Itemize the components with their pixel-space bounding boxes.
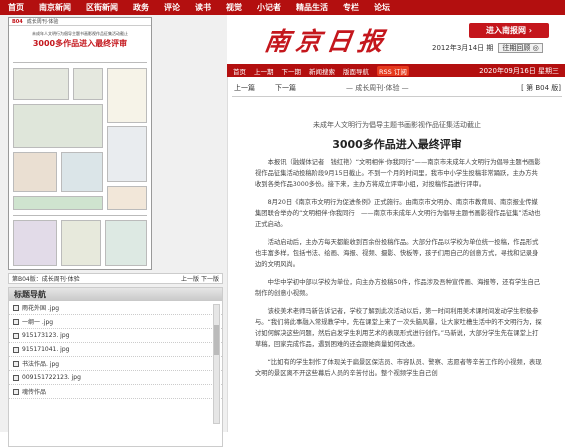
next-article-link[interactable]: 下一篇	[275, 83, 296, 93]
sub-nav-page-nav[interactable]: 版面导航	[343, 66, 369, 76]
thumb-divider	[13, 215, 147, 216]
rss-icon[interactable]: RSS 订阅	[377, 65, 409, 76]
current-date: 2020年09月16日 星期三	[479, 66, 559, 75]
paragraph: 8月20日《南京市文明行为促进条例》正式施行。由南京市文明办、南京市教育局、南京…	[255, 199, 541, 228]
divider	[232, 96, 562, 97]
list-item[interactable]: 雨花外国 .jpg	[9, 301, 222, 315]
list-item-label: 雨花外国 .jpg	[22, 305, 60, 312]
scrollbar-thumb[interactable]	[214, 325, 219, 355]
sub-nav-bar: 首页 上一期 下一期 新闻搜索 版面导航 RSS 订阅 2020年09月16日 …	[227, 64, 565, 77]
top-nav-item[interactable]: 政务	[133, 2, 149, 13]
page-nav: 上一版 下一版	[181, 274, 219, 283]
top-nav-item[interactable]: 区街新闻	[86, 2, 118, 13]
top-nav-item[interactable]: 视觉	[226, 2, 242, 13]
thumb-divider	[13, 62, 147, 63]
paragraph: 中华中学初中部以学校为单位，向主办方投稿50件，作品涉及吾种宣传画、海报等，还有…	[255, 279, 541, 297]
issue-date: 2012年3月14日 期	[432, 44, 494, 52]
thumb-image[interactable]	[13, 104, 103, 148]
title-navigation-header: 标题导航	[9, 288, 222, 301]
thumb-image[interactable]	[107, 68, 147, 123]
article-panel: 上一篇 下一篇 — 成长周刊·体验 — [ 第 B04 版] 未成年人文明行为倡…	[227, 77, 565, 432]
top-nav-item[interactable]: 专栏	[343, 2, 359, 13]
list-item[interactable]: 一纲一 .jpg	[9, 315, 222, 329]
thumb-header: B04 成长周刊·体验	[9, 18, 151, 26]
page-label-bar: 第B04版：成长周刊·体验 上一版 下一版	[8, 273, 223, 284]
thumb-image[interactable]	[13, 220, 57, 266]
paragraph: 活动启动后，主办方每天都能收到百余份投稿作品。大部分作品以学校为单位统一投稿，作…	[255, 239, 539, 268]
title-navigation: 标题导航 雨花外国 .jpg 一纲一 .jpg 915173123. jpg 9…	[8, 287, 223, 447]
list-item-label: 书法作品. jpg	[22, 361, 60, 368]
prev-page-link[interactable]: 上一版	[181, 276, 199, 283]
page-label: 第B04版：成长周刊·体验	[12, 276, 80, 283]
page-thumbnail[interactable]: B04 成长周刊·体验 未成年人文明行为倡导主题书画影视作品征集活动截止 300…	[8, 17, 152, 270]
issue-date-bar: 2012年3月14日 期 往期回顾 ◎	[432, 43, 543, 53]
list-item-label: 魂传作品	[22, 389, 47, 396]
left-panel: B04 成长周刊·体验 未成年人文明行为倡导主题书画影视作品征集活动截止 300…	[0, 15, 227, 447]
paragraph: 本报讯（融媒体记者 钱红艳）“文明相伴·你我同行”——南京市未成年人文明行为倡导…	[255, 159, 541, 188]
list-item[interactable]: 915171041. jpg	[9, 343, 222, 357]
top-nav-item[interactable]: 南京新闻	[39, 2, 71, 13]
image-file-icon	[13, 346, 19, 353]
image-file-icon	[13, 332, 19, 339]
sub-nav-home[interactable]: 首页	[233, 66, 246, 76]
article-nav: 上一篇 下一篇 — 成长周刊·体验 — [ 第 B04 版]	[228, 82, 565, 94]
list-item[interactable]: 009151722123. jpg	[9, 371, 222, 385]
list-item-label: 915171041. jpg	[22, 346, 70, 353]
thumb-image[interactable]	[13, 196, 103, 210]
list-item-label: 一纲一 .jpg	[22, 319, 54, 326]
top-nav: 首页 南京新闻 区街新闻 政务 评论 读书 视觉 小记者 精品生活 专栏 论坛	[0, 0, 565, 15]
newspaper-logo[interactable]: 南京日报	[262, 22, 391, 58]
top-nav-item[interactable]: 评论	[164, 2, 180, 13]
image-file-icon	[13, 360, 19, 367]
thumb-image[interactable]	[13, 68, 69, 100]
paragraph: “比如有的学生制作了体现关于扁景区保洁员、市容队员、警察、志愿者等辛苦工作的小视…	[255, 359, 542, 377]
list-item[interactable]: 魂传作品	[9, 385, 222, 399]
top-nav-item[interactable]: 论坛	[374, 2, 390, 13]
thumb-image[interactable]	[73, 68, 103, 100]
thumb-image[interactable]	[105, 220, 147, 266]
sub-nav-prev-issue[interactable]: 上一期	[254, 66, 274, 76]
thumb-title: 3000多作品进入最终评审	[32, 39, 128, 48]
thumb-section: 成长周刊·体验	[26, 19, 59, 25]
list-item[interactable]: 书法作品. jpg	[9, 357, 222, 371]
article-subtitle: 未成年人文明行为倡导主题书画影视作品征集活动截止	[313, 121, 481, 129]
article-title: 3000多作品进入最终评审	[332, 138, 462, 151]
masthead: 南京日报 进入南报网 › 2012年3月14日 期 往期回顾 ◎	[227, 15, 565, 62]
thumb-image[interactable]	[61, 220, 101, 266]
list-item[interactable]: 915173123. jpg	[9, 329, 222, 343]
thumb-subtitle: 未成年人文明行为倡导主题书画影视作品征集活动截止	[32, 31, 128, 36]
prev-article-link[interactable]: 上一篇	[234, 83, 255, 93]
paragraph: 该校美术老师马新告诉记者，学校了解到此次活动以后，第一时间利用美术课时间发动学生…	[255, 308, 542, 348]
list-item-label: 009151722123. jpg	[22, 374, 81, 381]
top-nav-item[interactable]: 首页	[8, 2, 24, 13]
image-file-icon	[13, 388, 19, 395]
scrollbar[interactable]	[213, 304, 220, 424]
enter-site-button[interactable]: 进入南报网 ›	[469, 23, 549, 38]
edition-label: — 成长周刊·体验 —	[346, 84, 409, 92]
article-body: 本报讯（融媒体记者 钱红艳）“文明相伴·你我同行”——南京市未成年人文明行为倡导…	[255, 157, 543, 386]
thumb-image[interactable]	[13, 152, 57, 192]
image-file-icon	[13, 374, 19, 381]
next-page-link[interactable]: 下一版	[201, 276, 219, 283]
thumb-image[interactable]	[107, 126, 147, 182]
thumb-image[interactable]	[107, 186, 147, 210]
list-item-label: 915173123. jpg	[22, 332, 70, 339]
image-file-icon	[13, 318, 19, 325]
sub-nav-search[interactable]: 新闻搜索	[309, 66, 335, 76]
thumb-image[interactable]	[61, 152, 103, 192]
past-issues-button[interactable]: 往期回顾 ◎	[498, 43, 543, 53]
top-nav-item[interactable]: 读书	[195, 2, 211, 13]
page-number: [ 第 B04 版]	[521, 84, 561, 92]
top-nav-item[interactable]: 小记者	[257, 2, 281, 13]
sub-nav-next-issue[interactable]: 下一期	[282, 66, 302, 76]
thumb-page-no: B04	[12, 18, 23, 25]
top-nav-item[interactable]: 精品生活	[296, 2, 328, 13]
image-file-icon	[13, 304, 19, 311]
